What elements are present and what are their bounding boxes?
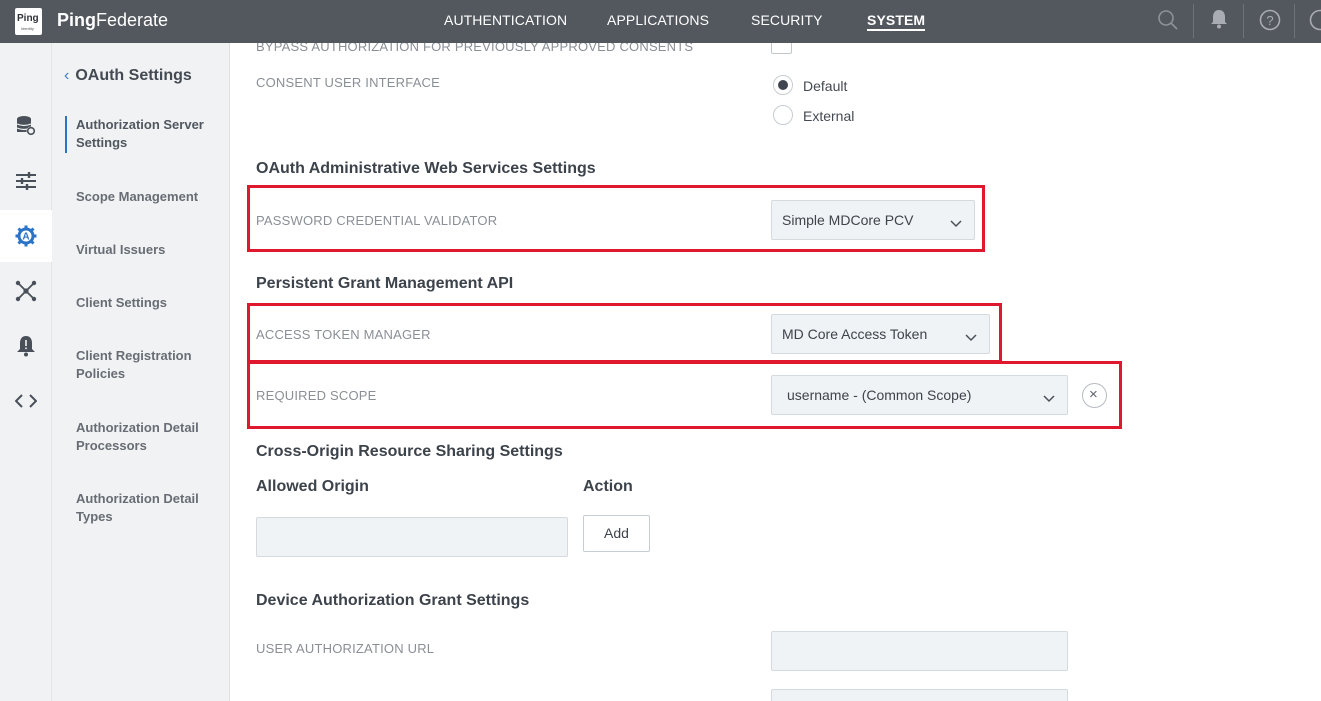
clear-scope-button[interactable]: ×	[1082, 383, 1107, 408]
access-token-manager-label: ACCESS TOKEN MANAGER	[256, 327, 431, 342]
oauth-settings-subnav: ‹ OAuth Settings Authorization Server Set…	[52, 43, 230, 701]
password-credential-validator-select[interactable]: Simple MDCore PCV	[771, 200, 975, 240]
notifications-nav[interactable]	[0, 320, 52, 372]
bypass-authorization-label: BYPASS AUTHORIZATION FOR PREVIOUSLY APPR…	[256, 43, 694, 54]
required-scope-label: REQUIRED SCOPE	[256, 388, 377, 403]
brand-bold: Ping	[57, 10, 96, 30]
action-header: Action	[583, 478, 633, 495]
bypass-authorization-checkbox[interactable]	[771, 43, 792, 54]
header-divider	[1294, 4, 1295, 38]
oauth-gear-icon: A	[15, 225, 37, 247]
ping-logo[interactable]: Ping Identity	[15, 8, 42, 35]
developer-nav[interactable]	[0, 375, 52, 427]
nav-security[interactable]: SECURITY	[751, 12, 823, 28]
network-icon	[15, 280, 37, 302]
add-origin-button[interactable]: Add	[583, 515, 650, 552]
subnav-title-label: OAuth Settings	[75, 67, 192, 84]
code-icon	[15, 394, 37, 408]
network-nav[interactable]	[0, 265, 52, 317]
back-chevron-icon[interactable]: ‹	[64, 67, 69, 84]
consent-external-label: External	[803, 108, 855, 124]
subnav-title[interactable]: ‹ OAuth Settings	[64, 67, 192, 85]
consent-default-radio[interactable]	[773, 75, 793, 95]
data-stores-nav[interactable]	[0, 100, 52, 152]
nav-applications[interactable]: APPLICATIONS	[607, 12, 709, 28]
database-settings-icon	[16, 116, 36, 136]
product-name: PingFederate	[57, 10, 168, 31]
consent-ui-label: CONSENT USER INTERFACE	[256, 75, 441, 90]
subnav-item-client-registration-policies[interactable]: Client Registration Policies	[76, 347, 221, 383]
main-content: BYPASS AUTHORIZATION FOR PREVIOUSLY APPR…	[231, 43, 1321, 701]
search-icon[interactable]	[1157, 9, 1179, 36]
subnav-item-authorization-server-settings[interactable]: Authorization Server Settings	[76, 116, 221, 152]
next-field-input[interactable]	[771, 689, 1068, 701]
user-authorization-url-input[interactable]	[771, 631, 1068, 671]
pcv-select-value: Simple MDCore PCV	[782, 212, 914, 228]
nav-authentication[interactable]: AUTHENTICATION	[444, 12, 567, 28]
required-scope-select[interactable]: username - (Common Scope)	[771, 375, 1068, 415]
logo-subtext: Identity	[21, 26, 34, 31]
allowed-origin-header: Allowed Origin	[256, 478, 369, 495]
logo-text: Ping	[17, 13, 39, 24]
subnav-item-authorization-detail-types[interactable]: Authorization Detail Types	[76, 490, 221, 526]
subnav-item-virtual-issuers[interactable]: Virtual Issuers	[76, 241, 221, 259]
top-navigation-bar: Ping Identity PingFederate AUTHENTICATIO…	[0, 0, 1321, 43]
password-credential-validator-label: PASSWORD CREDENTIAL VALIDATOR	[256, 213, 498, 228]
user-authorization-url-label: USER AUTHORIZATION URL	[256, 641, 435, 656]
consent-default-label: Default	[803, 78, 848, 94]
chevron-down-icon	[965, 329, 977, 345]
atm-select-value: MD Core Access Token	[782, 326, 928, 342]
brand-rest: Federate	[96, 10, 169, 30]
subnav-item-client-settings[interactable]: Client Settings	[76, 294, 221, 312]
consent-external-radio[interactable]	[773, 105, 793, 125]
left-icon-bar: A	[0, 43, 52, 701]
svg-text:A: A	[22, 232, 29, 243]
access-token-manager-select[interactable]: MD Core Access Token	[771, 314, 990, 354]
chevron-down-icon	[1043, 390, 1055, 406]
required-scope-value: username - (Common Scope)	[787, 387, 972, 403]
device-authorization-section-title: Device Authorization Grant Settings	[256, 592, 530, 609]
header-divider	[1243, 4, 1244, 38]
persistent-grant-section-title: Persistent Grant Management API	[256, 275, 514, 292]
allowed-origin-input[interactable]	[256, 517, 568, 557]
chevron-down-icon	[950, 215, 962, 231]
help-icon[interactable]: ?	[1259, 9, 1281, 36]
oauth-nav[interactable]: A	[0, 210, 52, 262]
close-icon: ×	[1089, 386, 1098, 403]
cors-section-title: Cross-Origin Resource Sharing Settings	[256, 443, 563, 460]
user-icon[interactable]	[1309, 9, 1321, 36]
settings-nav[interactable]	[0, 155, 52, 207]
nav-system[interactable]: SYSTEM	[867, 12, 926, 31]
active-item-indicator	[65, 116, 67, 153]
sliders-icon	[16, 172, 36, 190]
header-divider	[1193, 4, 1194, 38]
bell-icon[interactable]	[1210, 9, 1228, 34]
alert-bell-icon	[17, 336, 35, 357]
oauth-admin-section-title: OAuth Administrative Web Services Settin…	[256, 160, 596, 177]
help-glyph: ?	[1266, 13, 1273, 28]
subnav-item-authorization-detail-processors[interactable]: Authorization Detail Processors	[76, 419, 221, 455]
subnav-item-scope-management[interactable]: Scope Management	[76, 188, 221, 206]
